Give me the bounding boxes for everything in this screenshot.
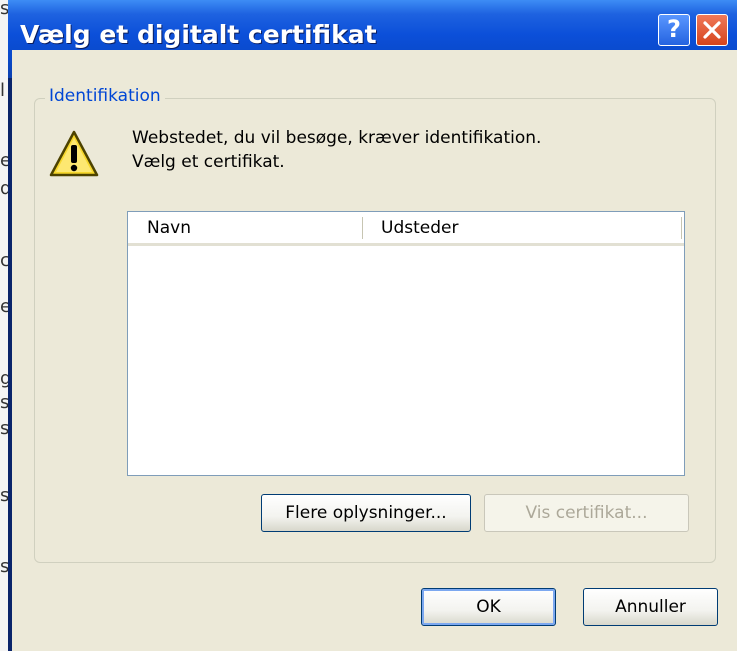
- dialog-title: Vælg et digitalt certifikat: [20, 20, 377, 49]
- group-label: Identifikation: [45, 86, 165, 106]
- cancel-button[interactable]: Annuller: [583, 588, 718, 626]
- certificate-dialog: Vælg et digitalt certifikat ? Identifika…: [8, 0, 737, 651]
- help-button[interactable]: ?: [658, 14, 690, 46]
- close-icon: [703, 21, 721, 39]
- prompt-message: Webstedet, du vil besøge, kræver identif…: [132, 126, 541, 174]
- dialog-client-area: Identifikation Webstedet, du vil besøge,…: [12, 50, 737, 651]
- prompt-line-2: Vælg et certifikat.: [132, 152, 285, 172]
- list-header: Navn Udsteder: [128, 212, 684, 246]
- column-header-issuer[interactable]: Udsteder: [381, 218, 458, 238]
- warning-icon: [49, 130, 99, 177]
- column-divider[interactable]: [362, 217, 363, 239]
- more-info-button[interactable]: Flere oplysninger...: [261, 494, 471, 532]
- close-button[interactable]: [696, 14, 728, 46]
- column-header-name[interactable]: Navn: [147, 218, 191, 238]
- ok-button[interactable]: OK: [421, 588, 556, 626]
- prompt-line-1: Webstedet, du vil besøge, kræver identif…: [132, 128, 542, 148]
- column-divider[interactable]: [681, 217, 682, 239]
- view-certificate-button[interactable]: Vis certifikat...: [484, 494, 689, 532]
- identification-group: Identifikation Webstedet, du vil besøge,…: [34, 86, 716, 563]
- certificate-list[interactable]: Navn Udsteder: [127, 211, 685, 476]
